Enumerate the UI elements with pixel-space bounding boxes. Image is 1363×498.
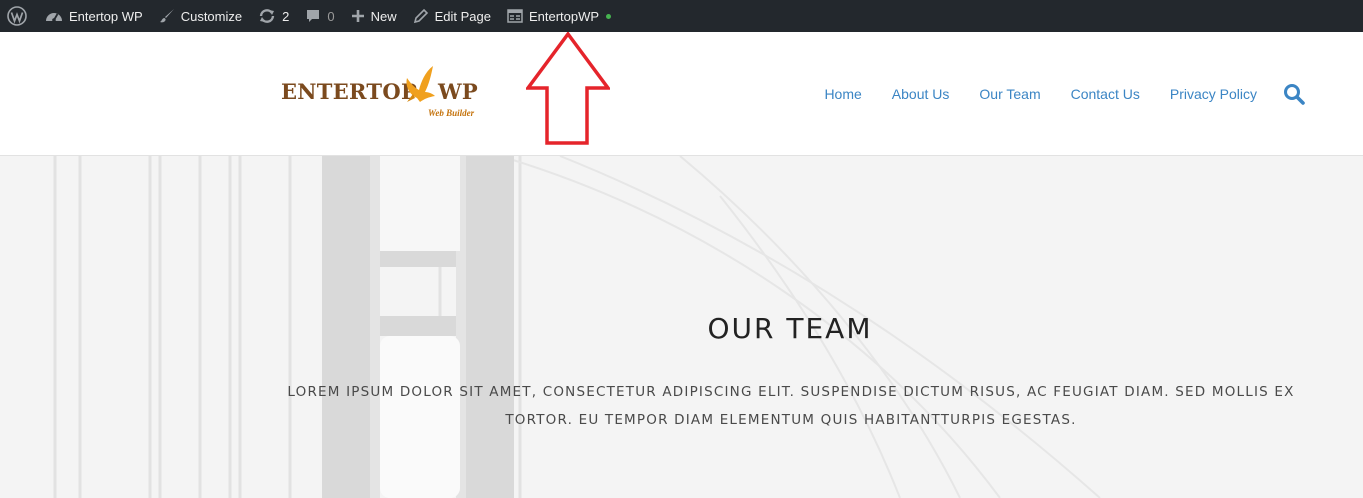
customize-menu[interactable]: Customize [151,0,250,32]
updates-menu[interactable]: 2 [250,0,297,32]
comments-count: 0 [327,8,335,24]
main-nav: Home About Us Our Team Contact Us Privac… [794,32,1363,155]
nav-item-privacy-policy[interactable]: Privacy Policy [1170,86,1257,102]
new-content-menu[interactable]: New [343,0,405,32]
nav-item-contact-us[interactable]: Contact Us [1071,86,1140,102]
search-icon [1284,83,1305,105]
site-header: ENTERTOP WP Web Builder Home About Us Ou… [0,32,1363,156]
updates-count: 2 [282,8,290,24]
nav-item-our-team[interactable]: Our Team [979,86,1040,102]
hero-description: LOREM IPSUM DOLOR SIT AMET, CONSECTETUR … [287,384,1295,428]
wordpress-icon [7,6,27,26]
wp-logo-menu[interactable] [0,0,37,32]
annotation-arrow-icon [526,32,610,145]
hero-section: OUR TEAM LOREM IPSUM DOLOR SIT AMET, CON… [0,156,1363,498]
nav-item-home[interactable]: Home [824,86,861,102]
edit-page-label: Edit Page [434,8,491,24]
search-button[interactable] [1283,83,1305,105]
bird-icon [406,66,435,102]
nav-item-about-us[interactable]: About Us [892,86,950,102]
builder-icon [507,9,523,23]
edit-page-menu[interactable]: Edit Page [405,0,499,32]
plus-icon [351,10,364,22]
page-title: OUR TEAM [707,312,873,345]
new-label: New [370,8,397,24]
site-logo[interactable]: ENTERTOP WP Web Builder [281,62,491,127]
logo-text-left: ENTERTOP [281,79,418,104]
logo-text-right: WP [438,79,478,104]
site-name-menu[interactable]: Entertop WP [37,0,151,32]
updates-icon [259,9,275,23]
site-name-label: Entertop WP [69,8,143,24]
brush-icon [159,9,174,23]
status-dot [606,13,612,19]
entertopwp-label: EntertopWP [528,8,600,24]
comments-menu[interactable]: 0 [297,0,342,32]
customize-label: Customize [180,8,243,24]
dashboard-icon [46,13,62,22]
admin-bar: Entertop WP Customize 2 0 New Edit Page … [0,0,1363,32]
pencil-icon [413,8,428,24]
entertopwp-builder-menu[interactable]: EntertopWP [499,0,619,32]
comment-icon [307,10,320,22]
logo-tagline: Web Builder [428,108,475,118]
